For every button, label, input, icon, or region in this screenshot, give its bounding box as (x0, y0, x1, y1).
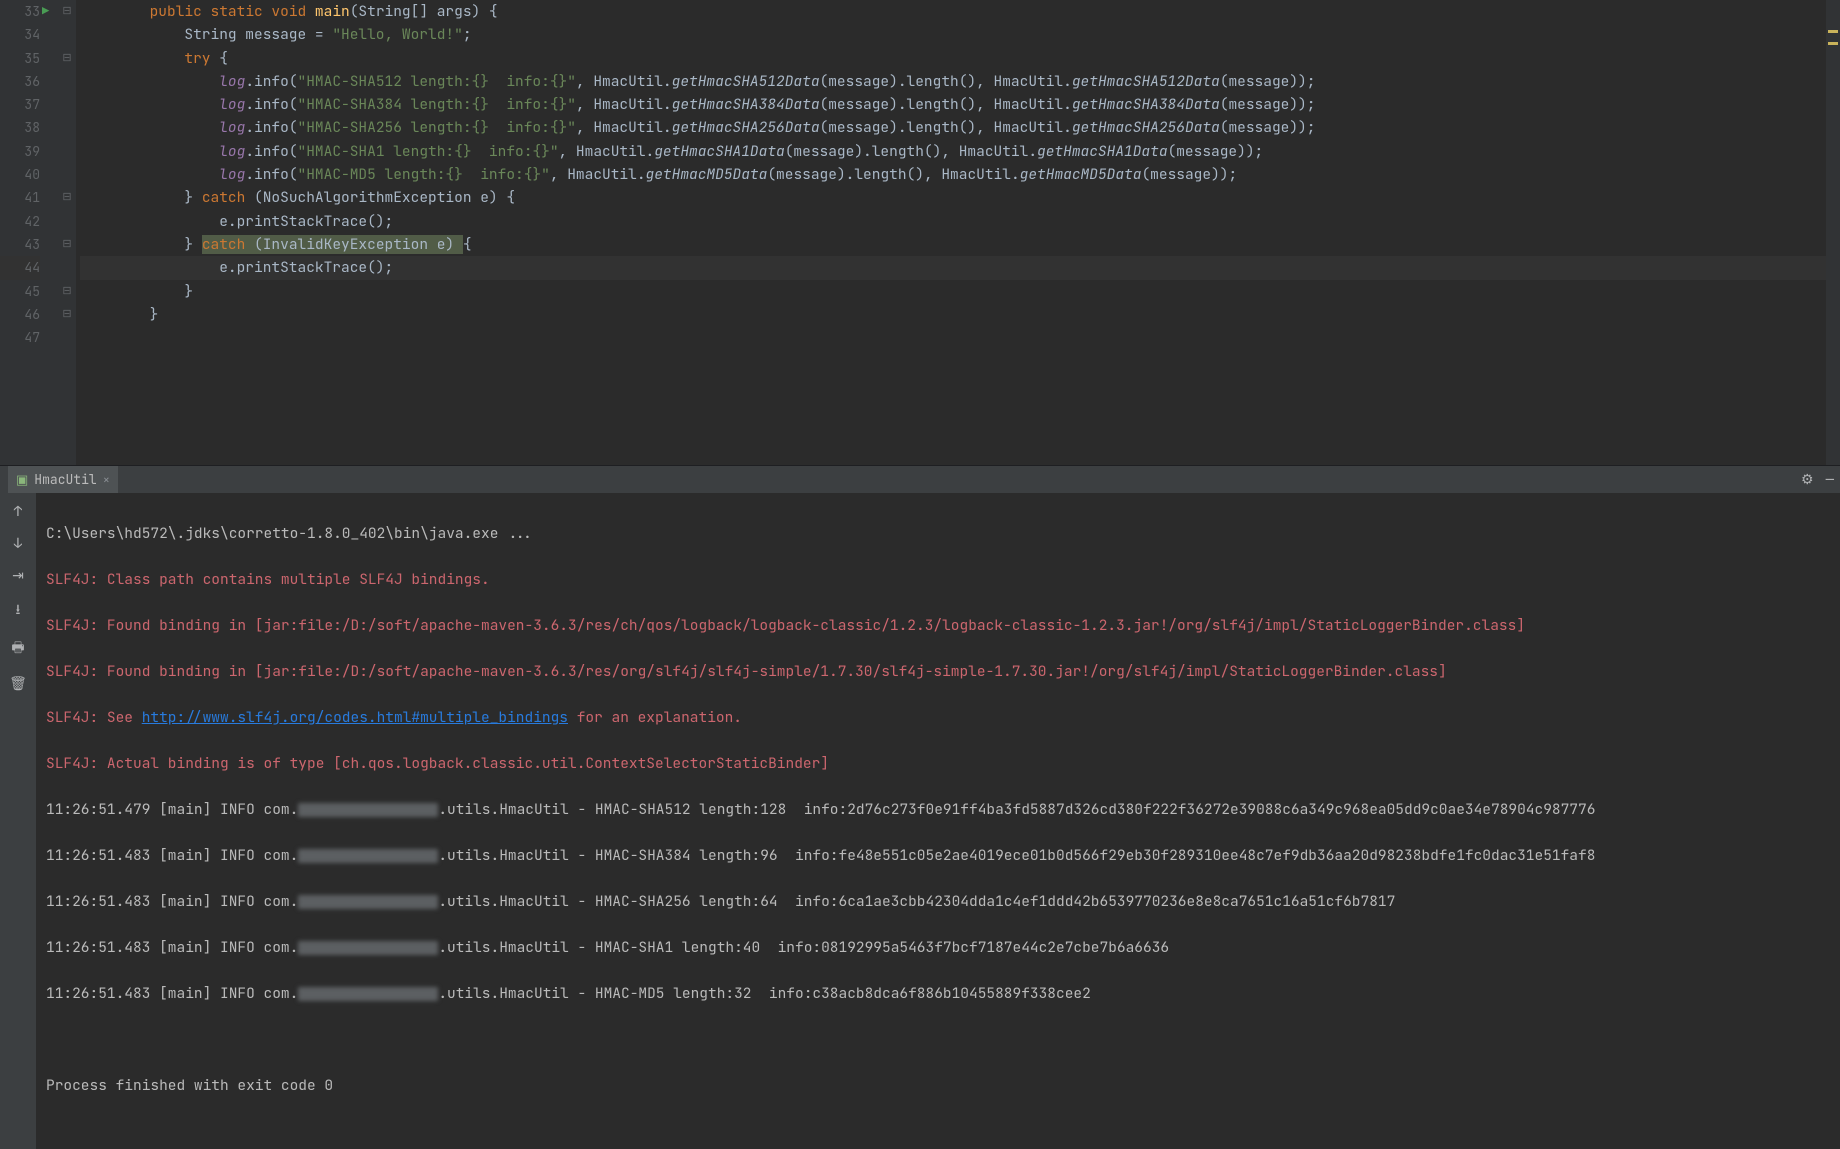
code-line[interactable]: log.info("HMAC-SHA1 length:{} info:{}", … (80, 140, 1840, 163)
fold-column[interactable]: ⊟⊟⊟⊟⊟⊟ (58, 0, 76, 465)
scroll-down-icon[interactable]: ↓ (14, 535, 22, 553)
fold-toggle[interactable]: ⊟ (58, 47, 76, 70)
line-number[interactable]: 45 (0, 280, 40, 303)
print-icon[interactable]: 🖶 (11, 637, 24, 661)
line-number[interactable]: 34 (0, 23, 40, 46)
console-output[interactable]: C:\Users\hd572\.jdks\corretto-1.8.0_402\… (36, 493, 1840, 1149)
run-side-toolbar: ↑ ↓ ⇥ ⭳ 🖶 🗑 (0, 493, 36, 1149)
code-line[interactable]: } catch (NoSuchAlgorithmException e) { (80, 186, 1840, 209)
output-error-line: SLF4J: Class path contains multiple SLF4… (46, 568, 1830, 591)
warning-marker[interactable] (1828, 42, 1838, 45)
fold-toggle (58, 70, 76, 93)
fold-toggle (58, 256, 76, 279)
run-tool-window: ▣ HmacUtil × ⚙ — ↑ ↓ ⇥ ⭳ 🖶 🗑 C:\Users\hd… (0, 465, 1840, 799)
line-number[interactable]: 33 (0, 0, 40, 23)
fold-toggle (58, 116, 76, 139)
fold-toggle[interactable]: ⊟ (58, 233, 76, 256)
line-number[interactable]: 47 (0, 326, 40, 349)
output-error-line: SLF4J: Found binding in [jar:file:/D:/so… (46, 660, 1830, 683)
hide-panel-icon[interactable]: — (1826, 471, 1834, 489)
line-number[interactable]: 46 (0, 303, 40, 326)
code-editor[interactable]: ▶ 333435363738394041424344454647 ⊟⊟⊟⊟⊟⊟ … (0, 0, 1840, 465)
soft-wrap-icon[interactable]: ⇥ (12, 567, 24, 585)
warning-marker[interactable] (1828, 30, 1838, 33)
fold-toggle (58, 140, 76, 163)
line-number[interactable]: 37 (0, 93, 40, 116)
line-number[interactable]: 42 (0, 210, 40, 233)
code-line[interactable]: } (80, 303, 1840, 326)
code-line[interactable]: String message = "Hello, World!"; (80, 23, 1840, 46)
line-number[interactable]: 38 (0, 116, 40, 139)
slf4j-link[interactable]: http://www.slf4j.org/codes.html#multiple… (142, 708, 568, 727)
output-line: 11:26:51.483 [main] INFO com..utils.Hmac… (46, 890, 1830, 913)
output-line: 11:26:51.479 [main] INFO com..utils.Hmac… (46, 798, 1830, 821)
code-line[interactable]: log.info("HMAC-MD5 length:{} info:{}", H… (80, 163, 1840, 186)
code-line[interactable]: log.info("HMAC-SHA256 length:{} info:{}"… (80, 116, 1840, 139)
code-line[interactable]: log.info("HMAC-SHA384 length:{} info:{}"… (80, 93, 1840, 116)
fold-toggle (58, 23, 76, 46)
code-line[interactable] (80, 326, 1840, 349)
line-number[interactable]: 35 (0, 47, 40, 70)
fold-toggle (58, 93, 76, 116)
code-line[interactable]: try { (80, 47, 1840, 70)
run-tab-hmacutil[interactable]: ▣ HmacUtil × (8, 466, 118, 493)
redacted (298, 849, 438, 863)
clear-icon[interactable]: 🗑 (9, 675, 27, 693)
tab-icon: ▣ (16, 471, 28, 488)
fold-toggle[interactable]: ⊟ (58, 280, 76, 303)
redacted (298, 941, 438, 955)
run-tab-label: HmacUtil (34, 471, 96, 488)
fold-toggle (58, 210, 76, 233)
output-line (46, 1028, 1830, 1051)
code-line[interactable]: e.printStackTrace(); (80, 210, 1840, 233)
run-gutter-icon[interactable]: ▶ (42, 0, 49, 23)
line-number[interactable]: 36 (0, 70, 40, 93)
output-error-line: SLF4J: See http://www.slf4j.org/codes.ht… (46, 706, 1830, 729)
output-line: 11:26:51.483 [main] INFO com..utils.Hmac… (46, 936, 1830, 959)
scroll-to-end-icon[interactable]: ⭳ (16, 599, 21, 623)
output-line: C:\Users\hd572\.jdks\corretto-1.8.0_402\… (46, 522, 1830, 545)
code-line[interactable]: } catch (InvalidKeyException e) { (80, 233, 1840, 256)
code-line[interactable]: } (80, 280, 1840, 303)
error-stripe[interactable] (1826, 0, 1840, 465)
line-number[interactable]: 43 (0, 233, 40, 256)
fold-toggle (58, 326, 76, 349)
line-number[interactable]: 40 (0, 163, 40, 186)
line-number[interactable]: 44 (0, 256, 40, 279)
output-error-line: SLF4J: Found binding in [jar:file:/D:/so… (46, 614, 1830, 637)
output-exit-line: Process finished with exit code 0 (46, 1074, 1830, 1097)
code-line[interactable]: e.printStackTrace(); (80, 256, 1840, 279)
output-error-line: SLF4J: Actual binding is of type [ch.qos… (46, 752, 1830, 775)
fold-toggle (58, 163, 76, 186)
line-number[interactable]: 39 (0, 140, 40, 163)
output-line: 11:26:51.483 [main] INFO com..utils.Hmac… (46, 982, 1830, 1005)
redacted (298, 895, 438, 909)
line-number[interactable]: 41 (0, 186, 40, 209)
run-tab-bar: ▣ HmacUtil × ⚙ — (0, 466, 1840, 493)
code-line[interactable]: log.info("HMAC-SHA512 length:{} info:{}"… (80, 70, 1840, 93)
close-tab-icon[interactable]: × (103, 472, 110, 488)
fold-toggle[interactable]: ⊟ (58, 303, 76, 326)
redacted (298, 803, 438, 817)
code-line[interactable]: public static void main(String[] args) { (80, 0, 1840, 23)
output-line: 11:26:51.483 [main] INFO com..utils.Hmac… (46, 844, 1830, 867)
redacted (298, 987, 438, 1001)
code-content[interactable]: public static void main(String[] args) {… (76, 0, 1840, 465)
scroll-up-icon[interactable]: ↑ (14, 503, 22, 521)
fold-toggle[interactable]: ⊟ (58, 0, 76, 23)
settings-icon[interactable]: ⚙ (1801, 471, 1814, 489)
fold-toggle[interactable]: ⊟ (58, 186, 76, 209)
line-number-gutter[interactable]: ▶ 333435363738394041424344454647 (0, 0, 58, 465)
